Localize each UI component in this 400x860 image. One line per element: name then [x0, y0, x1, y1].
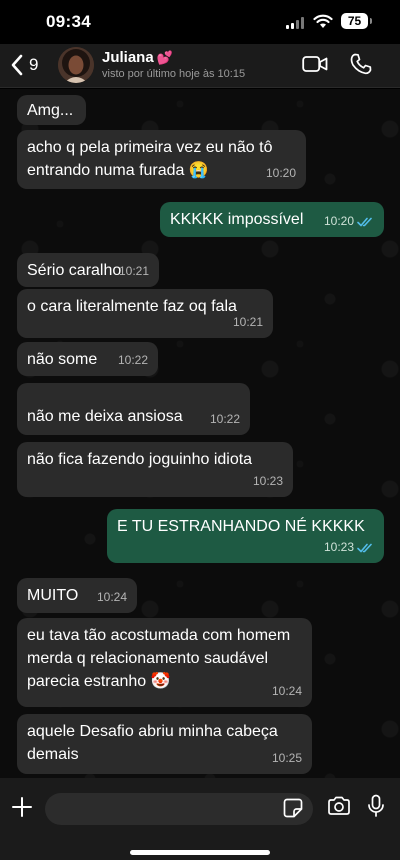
read-receipt-icon: [357, 543, 372, 553]
message-time: 10:23: [252, 474, 283, 488]
wifi-icon: [313, 14, 333, 28]
message-composer: [0, 778, 400, 860]
contact-name[interactable]: Juliana 💕: [102, 49, 173, 66]
avatar-photo: [58, 47, 94, 83]
camera-icon[interactable]: [327, 796, 351, 816]
message-list[interactable]: Amg... acho q pela primeira vez eu não t…: [0, 89, 400, 778]
message-incoming[interactable]: não me deixa ansiosa 10:22: [17, 383, 250, 435]
unread-count: 9: [29, 55, 39, 74]
message-input[interactable]: [45, 793, 313, 825]
message-time: 10:21: [118, 264, 149, 278]
last-seen-status: visto por último hoje às 10:15: [102, 68, 246, 80]
message-incoming[interactable]: não fica fazendo joguinho idiota 10:23: [17, 442, 293, 497]
message-incoming[interactable]: não some 10:22: [17, 342, 158, 376]
home-indicator: [130, 850, 270, 855]
message-incoming[interactable]: MUITO 10:24: [17, 578, 137, 613]
back-button[interactable]: 9: [10, 52, 38, 78]
contact-avatar[interactable]: [58, 47, 94, 83]
message-outgoing[interactable]: KKKKK impossível 10:20: [160, 202, 384, 237]
message-time: 10:20: [323, 214, 354, 228]
message-incoming[interactable]: acho q pela primeira vez eu não tô entra…: [17, 130, 306, 189]
message-time: 10:24: [96, 590, 127, 604]
heart-emoji: 💕: [156, 50, 173, 65]
status-time: 09:34: [46, 12, 91, 31]
message-time: 10:21: [232, 315, 263, 329]
cellular-signal-icon: [286, 17, 306, 29]
read-receipt-icon: [357, 217, 372, 227]
plus-icon[interactable]: [11, 796, 33, 818]
message-outgoing[interactable]: E TU ESTRANHANDO NÉ KKKKK 10:23: [107, 509, 384, 563]
sticker-icon[interactable]: [283, 798, 303, 818]
message-incoming[interactable]: Amg...: [17, 95, 86, 125]
microphone-icon[interactable]: [367, 794, 385, 818]
message-incoming[interactable]: eu tava tão acostumada com homem merda q…: [17, 618, 312, 707]
message-time: 10:22: [209, 412, 240, 426]
chevron-left-icon: [11, 54, 23, 76]
message-incoming[interactable]: aquele Desafio abriu minha cabeça demais…: [17, 714, 312, 774]
phone-icon[interactable]: [350, 53, 372, 75]
message-time: 10:24: [271, 684, 302, 698]
message-incoming[interactable]: Sério caralho 10:21: [17, 253, 159, 287]
message-incoming[interactable]: o cara literalmente faz oq fala 10:21: [17, 289, 273, 338]
battery-indicator: 75: [341, 13, 372, 29]
chat-header: 9 Juliana 💕 visto por último hoje às 10:1…: [0, 44, 400, 88]
message-time: 10:22: [117, 353, 148, 367]
status-bar: 09:34 75: [0, 0, 400, 44]
message-time: 10:23: [323, 540, 354, 554]
video-camera-icon[interactable]: [302, 54, 328, 74]
message-time: 10:20: [265, 166, 296, 180]
message-time: 10:25: [271, 751, 302, 765]
